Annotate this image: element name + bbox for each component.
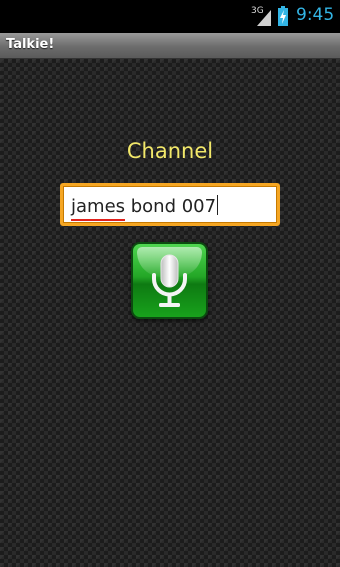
clock: 9:45 [296, 5, 335, 25]
signal-icon [257, 10, 271, 26]
microphone-icon [152, 254, 187, 307]
channel-input[interactable]: james bond 007 [60, 183, 280, 226]
status-bar: 3G 9:45 [0, 0, 340, 33]
microphone-button[interactable] [131, 242, 208, 319]
title-bar: Talkie! [0, 33, 340, 59]
channel-input-text[interactable]: james bond 007 [71, 196, 216, 217]
main-content: Channel james bond 007 [0, 59, 340, 567]
channel-label: Channel [126, 139, 214, 163]
screen: 3G 9:45 Talkie! Channel james bond 007 [0, 0, 340, 567]
battery-charging-icon [278, 6, 288, 26]
spellcheck-underline [71, 219, 125, 221]
text-caret [217, 195, 219, 215]
channel-input-value[interactable]: james bond 007 [71, 195, 219, 217]
app-title: Talkie! [6, 37, 55, 52]
